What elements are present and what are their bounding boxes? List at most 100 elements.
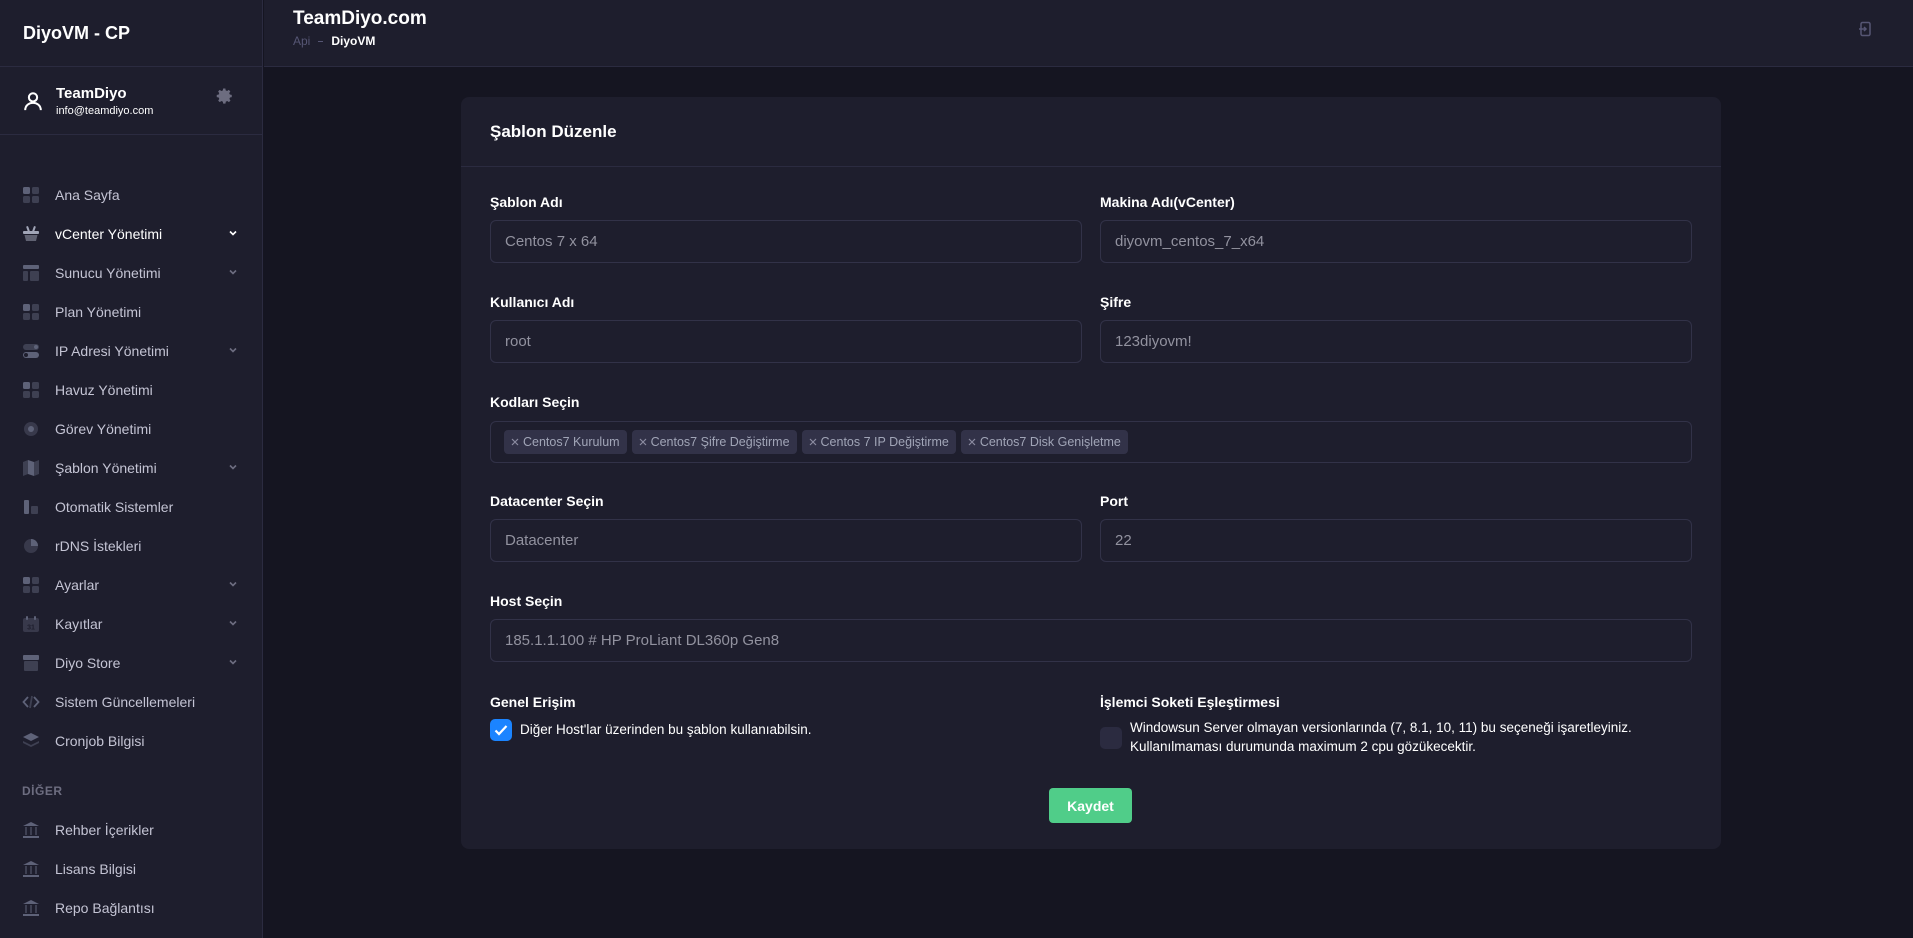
top-header: TeamDiyo.com Api DiyoVM <box>264 0 1913 67</box>
check-icon <box>494 725 508 736</box>
sidebar-item-ana-sayfa[interactable]: Ana Sayfa <box>0 175 263 214</box>
sidebar-item-label: Lisans Bilgisi <box>55 860 136 877</box>
sidebar-item-vcenter[interactable]: vCenter Yönetimi <box>0 214 263 253</box>
grid-icon <box>23 576 39 593</box>
sidebar-item-sablon[interactable]: Şablon Yönetimi <box>0 448 263 487</box>
datacenter-select[interactable]: Datacenter <box>490 519 1082 562</box>
layers-icon <box>23 732 39 747</box>
target-icon <box>24 421 38 436</box>
user-panel: TeamDiyo info@teamdiyo.com <box>0 67 262 135</box>
public-access-label: Genel Erişim <box>490 694 576 710</box>
host-select[interactable]: 185.1.1.100 # HP ProLiant DL360p Gen8 <box>490 619 1692 662</box>
chevron-down-icon <box>229 581 237 587</box>
sidebar-item-kayitlar[interactable]: 31 Kayıtlar <box>0 604 263 643</box>
machine-name-input[interactable]: diyovm_centos_7_x64 <box>1100 220 1692 263</box>
bank-icon <box>23 821 39 838</box>
sidebar-item-label: Cronjob Bilgisi <box>55 732 145 749</box>
sidebar-item-rehber[interactable]: Rehber İçerikler <box>0 810 263 849</box>
brand-title[interactable]: DiyoVM - CP <box>0 0 262 67</box>
close-icon[interactable] <box>511 438 519 446</box>
sidebar-item-label: Repo Bağlantısı <box>55 899 155 916</box>
chevron-down-icon <box>229 464 237 470</box>
sidebar-item-plan[interactable]: Plan Yönetimi <box>0 292 263 331</box>
sidebar-other-menu: Rehber İçerikler Lisans Bilgisi Repo Bağ… <box>0 810 263 927</box>
chevron-down-icon <box>229 620 237 626</box>
code-tag-label: Centos7 Kurulum <box>523 435 620 449</box>
sidebar-section-label: DİĞER <box>22 784 63 798</box>
codes-multiselect[interactable]: Centos7 Kurulum Centos7 Şifre Değiştirme… <box>490 421 1692 463</box>
code-tag[interactable]: Centos 7 IP Değiştirme <box>801 430 956 454</box>
grid-icon <box>23 381 39 398</box>
password-input[interactable]: 123diyovm! <box>1100 320 1692 363</box>
sidebar-item-cronjob[interactable]: Cronjob Bilgisi <box>0 721 263 760</box>
toggle-icon <box>23 343 39 358</box>
map-icon <box>23 459 39 476</box>
sidebar-item-label: Sunucu Yönetimi <box>55 264 161 281</box>
sidebar-item-label: Kayıtlar <box>55 615 103 632</box>
chart-icon <box>24 499 38 514</box>
breadcrumb-item-current: DiyoVM <box>331 34 376 48</box>
template-edit-card: Şablon Düzenle Şablon Adı Centos 7 x 64 … <box>461 97 1721 849</box>
sidebar-item-ip-adresi[interactable]: IP Adresi Yönetimi <box>0 331 263 370</box>
cpu-socket-text-line2: Kullanılmaması durumunda maximum 2 cpu g… <box>1130 739 1476 754</box>
pie-icon <box>24 538 38 553</box>
breadcrumb-item-api[interactable]: Api <box>293 34 310 48</box>
card-title: Şablon Düzenle <box>461 97 1721 167</box>
sidebar-item-label: Ana Sayfa <box>55 186 120 203</box>
sidebar-item-label: rDNS İstekleri <box>55 537 142 554</box>
sidebar-item-lisans[interactable]: Lisans Bilgisi <box>0 849 263 888</box>
store-icon <box>23 654 39 671</box>
logout-icon[interactable] <box>1858 21 1874 37</box>
code-tag[interactable]: Centos7 Şifre Değiştirme <box>631 430 797 454</box>
sidebar-item-sistem-guncellemeleri[interactable]: Sistem Güncellemeleri <box>0 682 263 721</box>
sidebar-item-label: Plan Yönetimi <box>55 303 142 320</box>
chevron-down-icon <box>229 659 237 665</box>
port-label: Port <box>1100 493 1128 509</box>
public-access-checkbox[interactable] <box>490 719 512 741</box>
cpu-socket-label: İşlemci Soketi Eşleştirmesi <box>1100 694 1280 710</box>
sidebar-item-label: vCenter Yönetimi <box>55 225 163 242</box>
cpu-socket-checkbox[interactable] <box>1100 727 1122 749</box>
template-name-input[interactable]: Centos 7 x 64 <box>490 220 1082 263</box>
dashboard-icon <box>23 186 39 203</box>
save-button[interactable]: Kaydet <box>1049 788 1132 823</box>
sidebar-item-label: Görev Yönetimi <box>55 420 152 437</box>
sidebar-item-label: Diyo Store <box>55 654 121 671</box>
username-label: Kullanıcı Adı <box>490 294 575 310</box>
sidebar-item-label: Rehber İçerikler <box>55 821 154 838</box>
sidebar-item-havuz[interactable]: Havuz Yönetimi <box>0 370 263 409</box>
grid-icon <box>23 303 39 320</box>
user-email: info@teamdiyo.com <box>56 104 154 117</box>
basket-icon <box>23 225 39 241</box>
chevron-down-icon <box>229 269 237 275</box>
sidebar-item-repo[interactable]: Repo Bağlantısı <box>0 888 263 927</box>
calendar-icon: 31 <box>23 615 39 632</box>
host-label: Host Seçin <box>490 593 563 609</box>
sidebar-item-ayarlar[interactable]: Ayarlar <box>0 565 263 604</box>
user-name: TeamDiyo <box>56 84 127 102</box>
sidebar-item-label: Şablon Yönetimi <box>55 459 157 476</box>
machine-name-label: Makina Adı(vCenter) <box>1100 194 1235 210</box>
sidebar-item-diyo-store[interactable]: Diyo Store <box>0 643 263 682</box>
sidebar-item-gorev[interactable]: Görev Yönetimi <box>0 409 263 448</box>
close-icon[interactable] <box>968 438 976 446</box>
sidebar-item-sunucu[interactable]: Sunucu Yönetimi <box>0 253 263 292</box>
sidebar-item-otomatik[interactable]: Otomatik Sistemler <box>0 487 263 526</box>
code-icon <box>22 695 40 708</box>
code-tag[interactable]: Centos7 Disk Genişletme <box>960 430 1128 454</box>
user-icon <box>24 91 42 110</box>
port-input[interactable]: 22 <box>1100 519 1692 562</box>
sidebar-item-label: Sistem Güncellemeleri <box>55 693 196 710</box>
breadcrumb-separator <box>318 40 324 42</box>
gear-icon[interactable] <box>216 87 234 105</box>
sidebar-item-rdns[interactable]: rDNS İstekleri <box>0 526 263 565</box>
close-icon[interactable] <box>639 438 647 446</box>
code-tag[interactable]: Centos7 Kurulum <box>504 430 627 454</box>
chevron-down-icon <box>229 347 237 353</box>
close-icon[interactable] <box>809 438 817 446</box>
username-input[interactable]: root <box>490 320 1082 363</box>
public-access-text: Diğer Host'lar üzerinden bu şablon kulla… <box>520 722 812 737</box>
template-name-label: Şablon Adı <box>490 194 563 210</box>
chevron-down-icon <box>229 230 237 236</box>
page-title: TeamDiyo.com <box>293 8 427 29</box>
